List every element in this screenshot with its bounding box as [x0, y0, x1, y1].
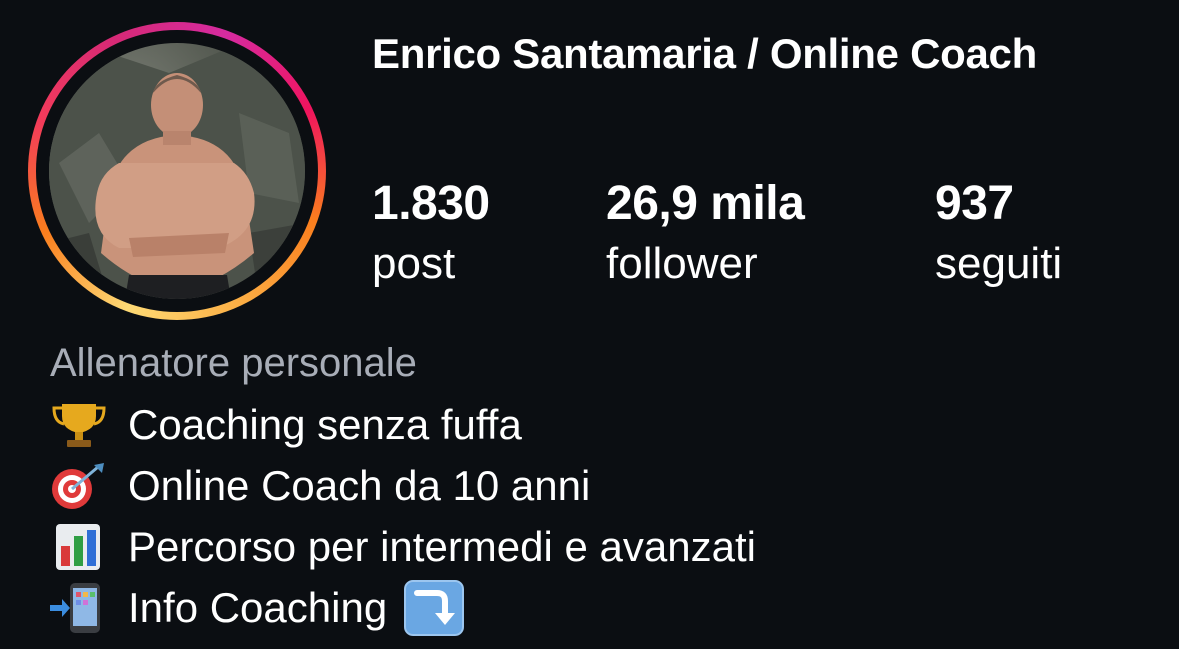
posts-count[interactable]: 1.830 post: [372, 174, 490, 294]
bio-line: Online Coach da 10 anni: [48, 455, 756, 516]
followers-count[interactable]: 26,9 mila follower: [606, 174, 805, 294]
posts-count-value: 1.830: [372, 177, 490, 230]
target-icon: [48, 461, 110, 511]
profile-avatar-story-ring[interactable]: [28, 22, 326, 320]
avatar: [49, 43, 305, 299]
following-count-label: seguiti: [935, 239, 1063, 288]
bio-category: Allenatore personale: [50, 341, 417, 385]
followers-count-label: follower: [606, 239, 758, 288]
followers-count-value: 26,9 mila: [606, 177, 805, 230]
bio: Coaching senza fuffa Online Coach da 10 …: [48, 394, 756, 638]
bio-line: Coaching senza fuffa: [48, 394, 756, 455]
phone-arrow-icon: [48, 582, 110, 633]
bio-line-text: Coaching senza fuffa: [128, 400, 522, 448]
bar-chart-icon: [48, 522, 110, 572]
info-coaching-link[interactable]: Info Coaching: [48, 577, 756, 638]
info-coaching-text: Info Coaching: [128, 583, 388, 631]
following-count-value: 937: [935, 177, 1014, 230]
arrow-down-right-icon: [403, 579, 465, 637]
posts-count-label: post: [372, 239, 456, 288]
bio-line-text: Online Coach da 10 anni: [128, 461, 591, 509]
trophy-icon: [48, 400, 110, 450]
profile-photo-illustration: [49, 48, 305, 299]
avatar-ring-gap: [36, 30, 318, 312]
bio-line-text: Percorso per intermedi e avanzati: [128, 522, 756, 570]
bio-line: Percorso per intermedi e avanzati: [48, 516, 756, 577]
profile-name: Enrico Santamaria / Online Coach: [372, 30, 1037, 77]
following-count[interactable]: 937 seguiti: [935, 174, 1062, 294]
